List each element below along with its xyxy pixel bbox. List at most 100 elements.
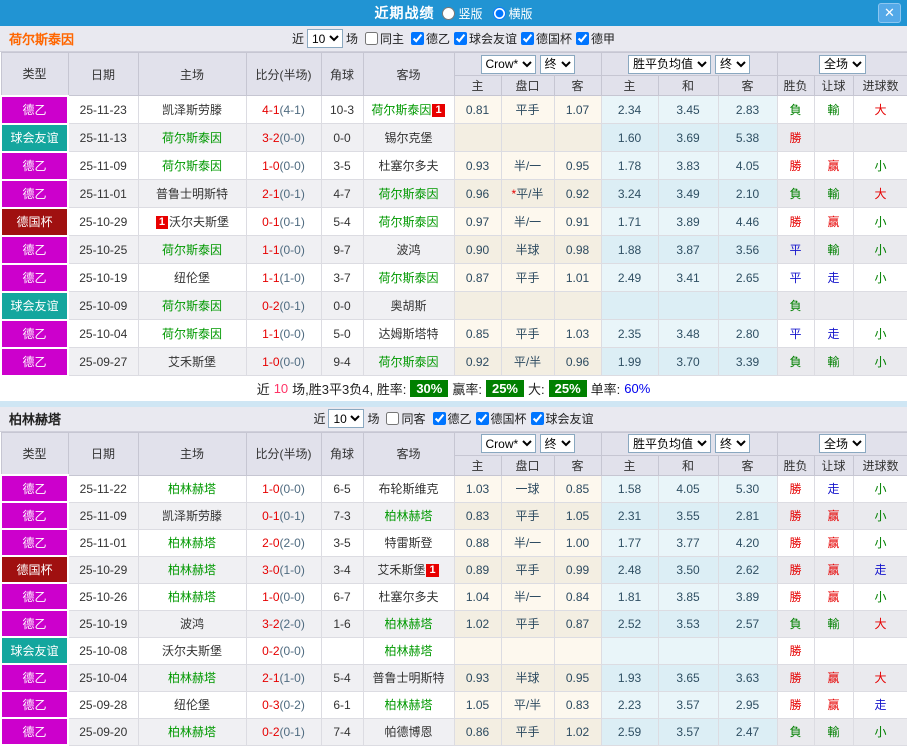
fulltime-score: 1-0 <box>262 589 280 604</box>
halftime-score: (0-0) <box>279 481 305 496</box>
avg-type-select[interactable]: 胜平负均值 <box>628 434 711 453</box>
horizontal-layout-option[interactable]: 横版 <box>492 5 533 22</box>
league-checkbox[interactable] <box>475 412 489 425</box>
sub-home: 主 <box>453 75 502 96</box>
same-venue-filter[interactable]: 同客 <box>382 410 426 427</box>
handicap-cell: 平手 <box>500 263 555 292</box>
fulltime-score: 1-0 <box>262 481 280 496</box>
goals-result-cell: 大 <box>852 609 907 638</box>
sub-avg-draw: 和 <box>657 75 719 96</box>
handicap-result-cell <box>813 291 854 320</box>
handicap-cell: 半/一 <box>500 528 555 557</box>
avg-home-odds-cell: 1.60 <box>600 123 659 152</box>
away-team-cell: 特雷斯登 <box>362 528 455 557</box>
team-label: 柏林赫塔 <box>384 509 433 523</box>
avg-home-odds-cell <box>600 291 659 320</box>
handicap-result-cell: 走 <box>813 263 854 292</box>
away-team-cell: 柏林赫塔 <box>362 501 455 530</box>
same-venue-label: 同客 <box>401 412 426 426</box>
match-count-select[interactable]: 10 <box>306 29 343 48</box>
team-label: 荷尔斯泰因 <box>161 159 222 173</box>
home-team-cell: 柏林赫塔 <box>137 717 247 746</box>
league-filter[interactable]: 球会友谊 <box>527 410 594 427</box>
result-cell: 勝 <box>776 207 815 236</box>
league-checkbox[interactable] <box>530 412 544 425</box>
vertical-layout-option[interactable]: 竖版 <box>442 5 483 22</box>
scope-select[interactable]: 全场 <box>819 54 867 74</box>
handicap-cell: 半球 <box>500 235 555 264</box>
league-checkbox[interactable] <box>432 412 446 425</box>
avg-away-odds-cell <box>717 636 778 665</box>
league-filter[interactable]: 德乙 <box>429 410 472 427</box>
team-name: 柏林赫塔 <box>9 412 62 427</box>
odds-final-select[interactable]: 终 <box>539 54 575 74</box>
league-filter[interactable]: 德甲 <box>572 30 615 47</box>
league-checkbox[interactable] <box>521 32 535 45</box>
sub-home: 主 <box>453 454 502 476</box>
avg-type-select[interactable]: 胜平负均值 <box>628 54 711 74</box>
avg-away-odds-cell: 2.80 <box>717 319 778 348</box>
fulltime-score: 3-0 <box>262 562 280 577</box>
handicap-away-odds-cell: 1.05 <box>553 501 602 530</box>
team-label: 柏林赫塔 <box>384 644 433 658</box>
sub-away: 客 <box>553 454 602 476</box>
handicap-cell: 半球 <box>500 663 555 692</box>
match-date-cell: 25-11-23 <box>67 95 139 124</box>
away-team-cell: 奥胡斯 <box>362 291 455 320</box>
score-cell: 1-0(0-0) <box>245 347 322 376</box>
league-filter[interactable]: 德乙 <box>407 30 450 47</box>
odds-source-select[interactable]: Crow* <box>480 54 536 74</box>
avg-final-select[interactable]: 终 <box>715 54 750 74</box>
corner-cell: 10-3 <box>320 95 364 124</box>
table-row: 德乙 25-09-27 艾禾斯堡 1-0(0-0) 9-4 荷尔斯泰因 0.92 平/半 0.9… <box>0 346 907 377</box>
team-label: 艾禾斯堡 <box>377 563 426 577</box>
avg-away-odds-cell: 4.46 <box>717 207 778 236</box>
close-icon[interactable]: ✕ <box>878 3 901 23</box>
league-filter[interactable]: 德国杯 <box>472 410 527 427</box>
avg-final-select[interactable]: 终 <box>715 434 750 453</box>
home-team-cell: 沃尔夫斯堡 <box>137 636 247 665</box>
rate-badge: 30% <box>410 380 449 397</box>
league-checkbox[interactable] <box>410 32 424 45</box>
avg-home-odds-cell: 2.23 <box>600 690 659 719</box>
odds-source-select[interactable]: Crow* <box>480 434 536 453</box>
away-team-cell: 艾禾斯堡 1 <box>362 555 455 584</box>
handicap-cell: 平/半 <box>500 690 555 719</box>
avg-away-odds-cell: 4.05 <box>717 151 778 180</box>
result-cell: 勝 <box>776 636 815 665</box>
match-count-select[interactable]: 10 <box>328 409 365 428</box>
col-corner: 角球 <box>320 52 364 96</box>
league-checkbox[interactable] <box>454 32 467 45</box>
match-type-cell: 德乙 <box>0 663 69 692</box>
result-cell: 勝 <box>776 663 815 692</box>
league-label: 德国杯 <box>536 32 573 46</box>
match-date-cell: 25-10-08 <box>67 636 139 665</box>
vertical-radio[interactable] <box>442 6 456 20</box>
away-team-cell: 柏林赫塔 <box>362 636 455 665</box>
avg-home-odds-cell <box>600 636 659 665</box>
handicap-away-odds-cell: 1.07 <box>553 95 602 124</box>
avg-away-odds-cell: 2.65 <box>717 263 778 292</box>
odds-final-select[interactable]: 终 <box>539 434 575 453</box>
same-venue-checkbox[interactable] <box>364 32 378 45</box>
same-venue-checkbox[interactable] <box>386 412 400 425</box>
goals-result-cell: 走 <box>852 555 907 584</box>
league-checkbox[interactable] <box>576 32 590 45</box>
same-venue-filter[interactable]: 同主 <box>361 30 404 47</box>
league-filter[interactable]: 球会友谊 <box>450 30 517 47</box>
result-cell: 負 <box>776 347 815 376</box>
goals-result-cell: 小 <box>852 501 907 530</box>
summary-text: 单率: <box>590 382 621 397</box>
corner-cell: 7-3 <box>320 501 364 530</box>
away-team-cell: 柏林赫塔 <box>362 609 455 638</box>
scope-select[interactable]: 全场 <box>819 434 867 453</box>
table-row: 德乙 25-10-19 纽伦堡 1-1(1-0) 3-7 荷尔斯泰因 0.87 平手 1.01 2… <box>0 262 907 293</box>
avg-away-odds-cell: 3.56 <box>717 235 778 264</box>
avg-draw-odds-cell: 3.53 <box>657 609 719 638</box>
match-date-cell: 25-09-27 <box>67 347 139 376</box>
team-label: 锡尔克堡 <box>384 131 433 145</box>
league-filter[interactable]: 德国杯 <box>517 30 572 47</box>
handicap-result-cell: 赢 <box>813 582 854 611</box>
handicap-result-cell <box>813 123 854 152</box>
horizontal-radio[interactable] <box>492 6 506 20</box>
